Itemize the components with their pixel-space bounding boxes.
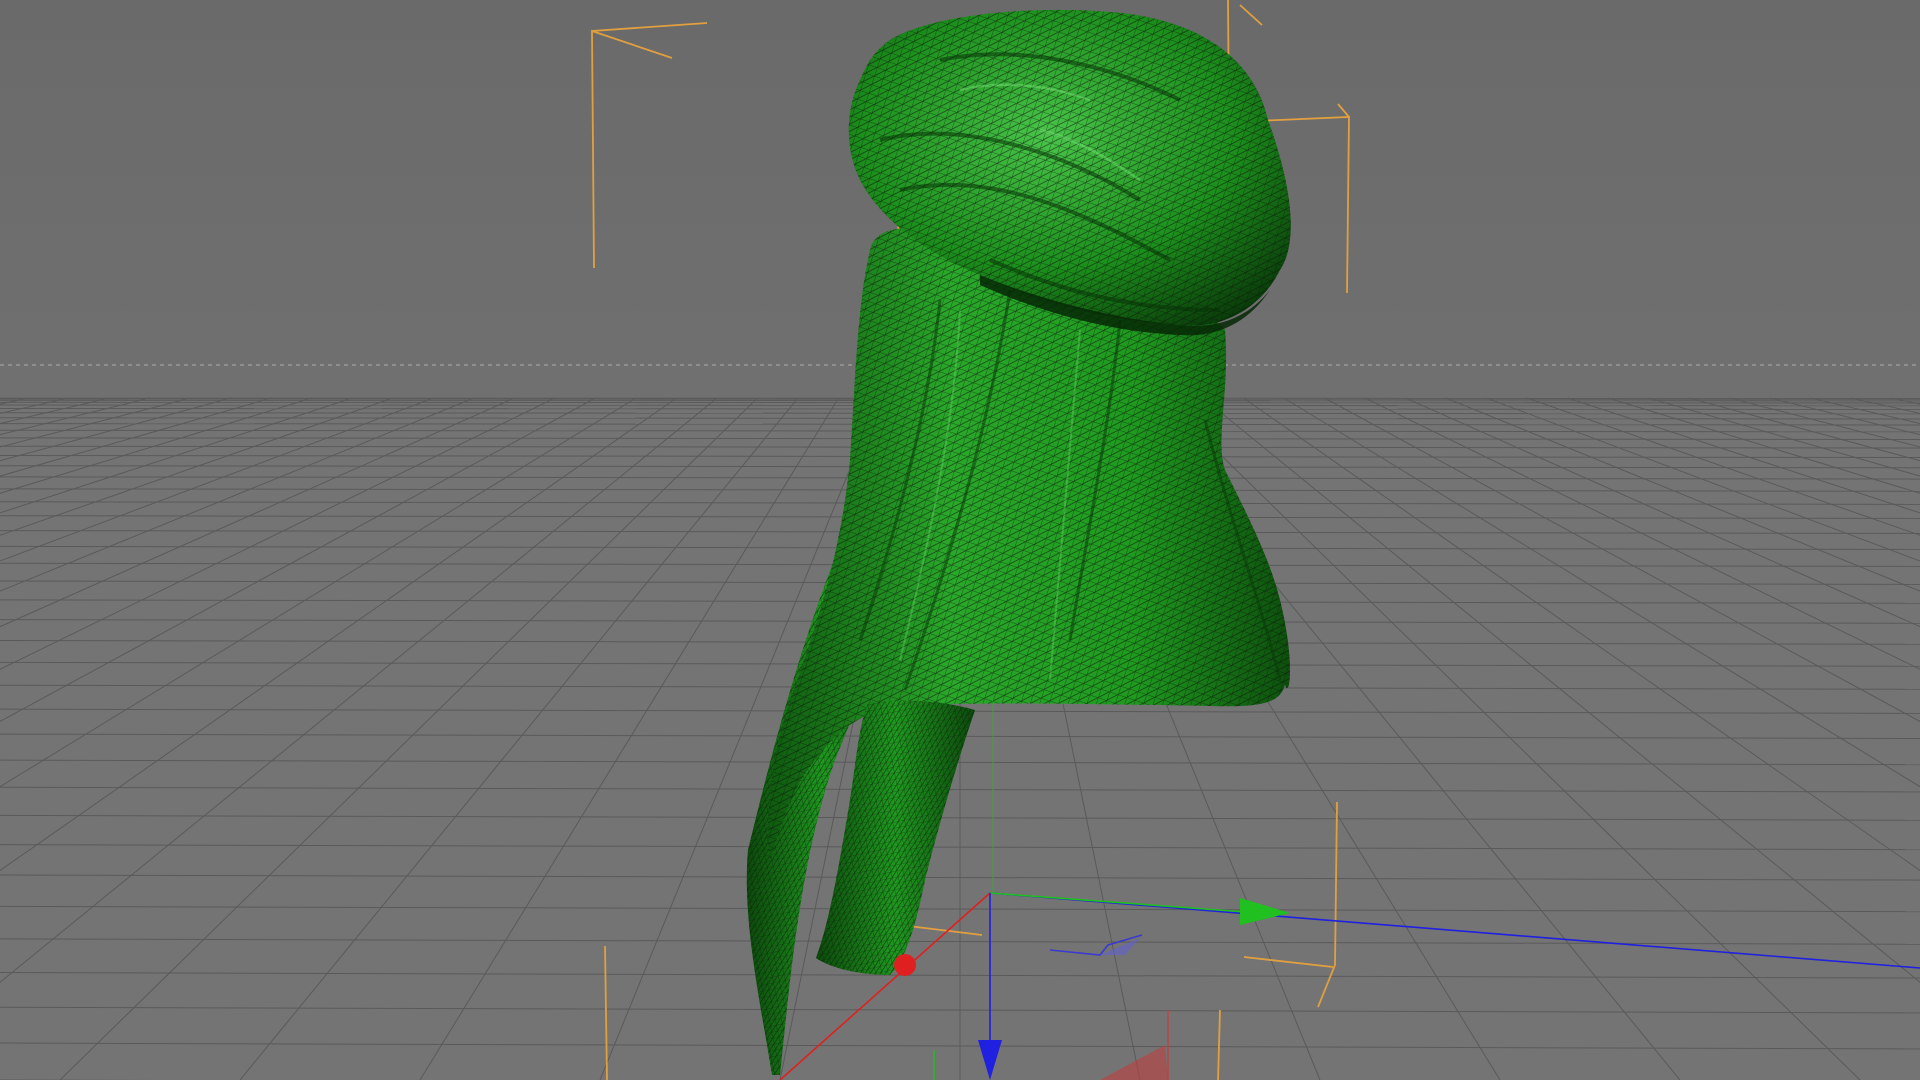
x-axis-handle-icon[interactable]: [894, 954, 916, 976]
3d-viewport[interactable]: [0, 0, 1920, 1080]
viewport-canvas[interactable]: [0, 0, 1920, 1080]
